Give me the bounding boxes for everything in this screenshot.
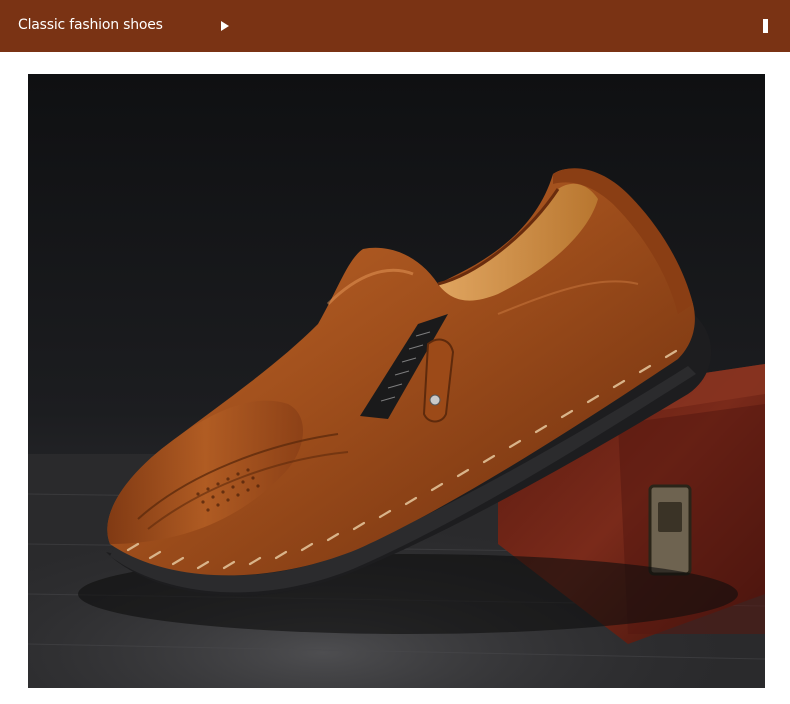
banner-title: Classic fashion shoes xyxy=(18,17,163,33)
play-icon[interactable] xyxy=(221,21,229,31)
header-banner: Classic fashion shoes xyxy=(0,0,790,52)
bar-icon xyxy=(763,19,768,33)
product-photo xyxy=(28,74,765,688)
shoe-photo xyxy=(28,74,765,688)
